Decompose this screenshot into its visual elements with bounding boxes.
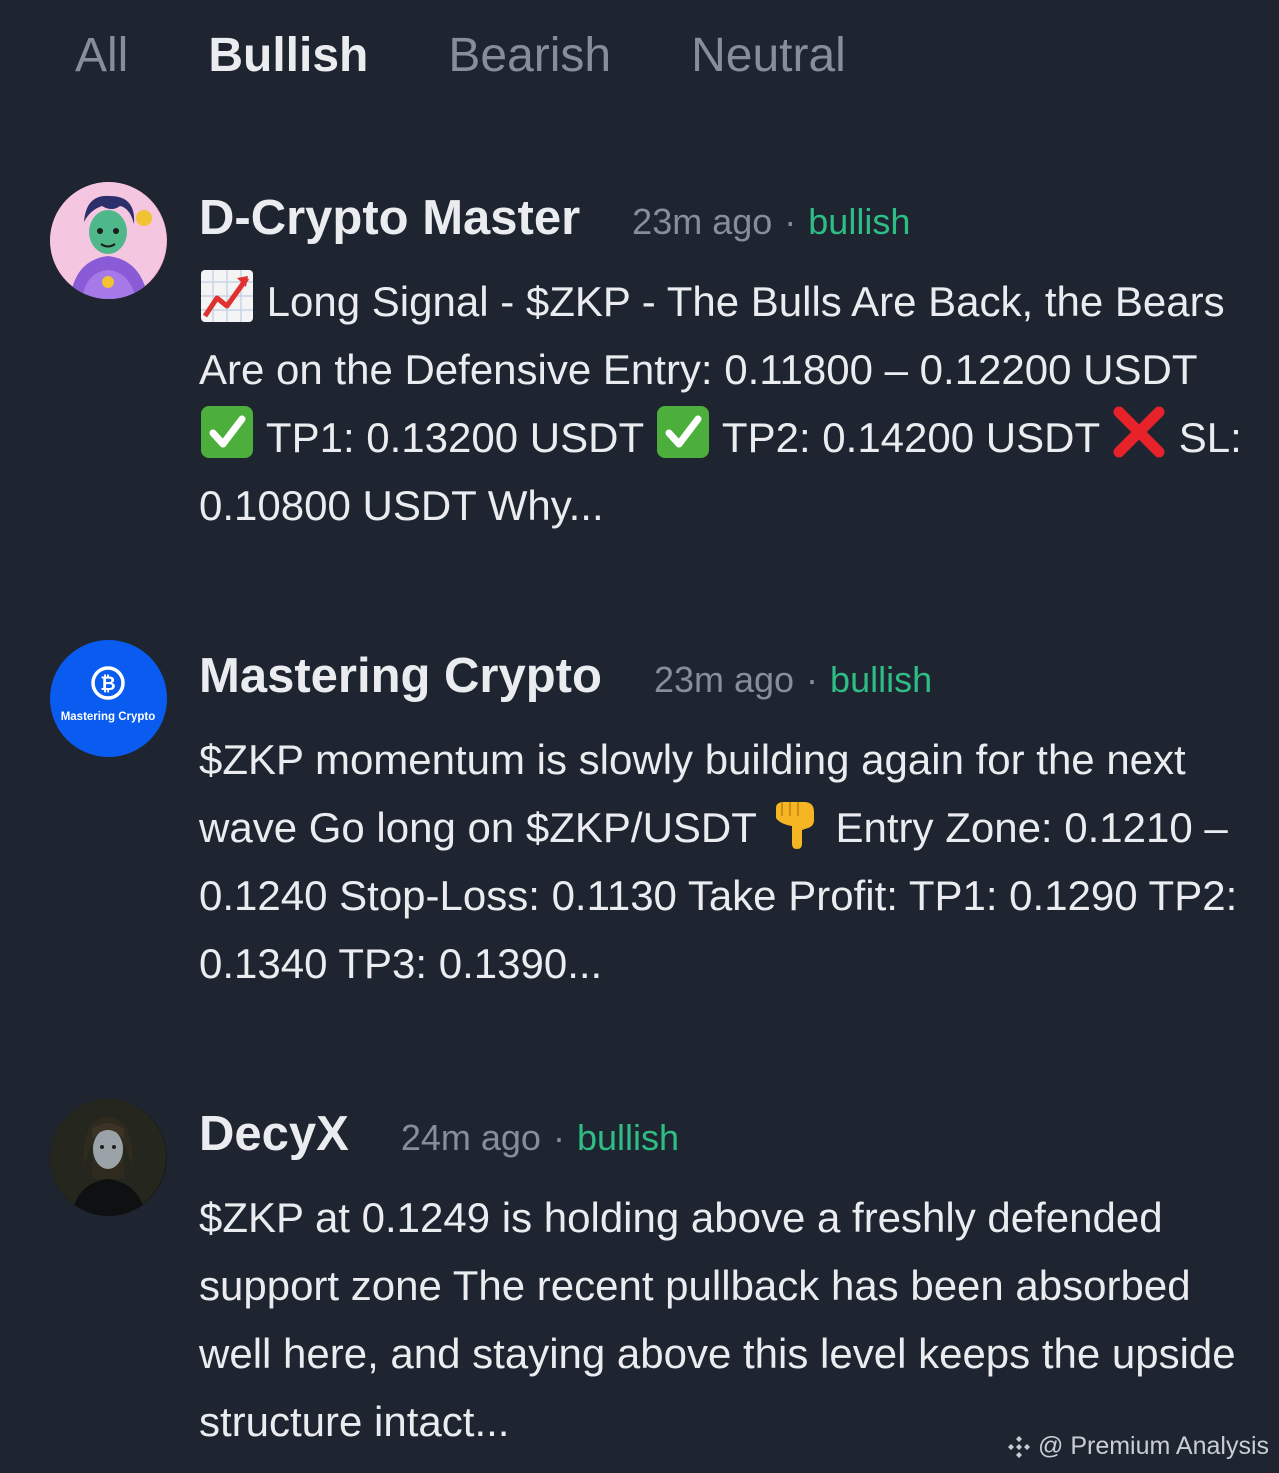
post-content[interactable]: Long Signal - $ZKP - The Bulls Are Back,… [199, 268, 1249, 540]
tab-bullish[interactable]: Bullish [208, 24, 368, 88]
sentiment-badge: bullish [808, 201, 911, 242]
post-text-segment: TP2: 0.14200 USDT [711, 414, 1112, 461]
post-header: Mastering Crypto 23m ago · bullish [199, 648, 932, 704]
tab-all[interactable]: All [75, 24, 128, 88]
meta-separator: · [806, 659, 819, 700]
post-text-segment: TP1: 0.13200 USDT [255, 414, 656, 461]
avatar[interactable] [50, 1099, 167, 1216]
post-time: 24m ago [400, 1117, 541, 1158]
post-time: 23m ago [653, 659, 795, 700]
post-text-segment: $ZKP at 0.1249 is holding above a freshl… [199, 1194, 1236, 1445]
author-name[interactable]: Mastering Crypto [199, 648, 602, 704]
meta-separator: · [784, 201, 797, 242]
tab-bearish[interactable]: Bearish [448, 24, 611, 88]
post-header: D-Crypto Master 23m ago · bullish [199, 190, 910, 246]
post-time: 23m ago [632, 201, 773, 242]
author-name[interactable]: D-Crypto Master [199, 190, 580, 246]
sentiment-badge: bullish [830, 659, 933, 700]
diamond-logo-icon [1008, 1435, 1030, 1458]
watermark-text: @ Premium Analysis [1038, 1432, 1269, 1460]
watermark: @ Premium Analysis [1006, 1432, 1269, 1461]
bitcoin-symbol: ₿ [100, 674, 115, 695]
pointing-down-hand-icon [768, 794, 824, 850]
post-content[interactable]: $ZKP at 0.1249 is holding above a freshl… [199, 1184, 1249, 1456]
sentiment-badge: bullish [576, 1117, 679, 1158]
meta-separator: · [552, 1117, 565, 1158]
check-mark-icon [199, 404, 255, 460]
avatar-label: Mastering Crypto [61, 711, 156, 723]
sentiment-tabs: All Bullish Bearish Neutral [75, 24, 926, 88]
check-mark-icon [655, 404, 711, 460]
post-content[interactable]: $ZKP momentum is slowly building again f… [199, 726, 1249, 998]
avatar[interactable]: ₿ Mastering Crypto [50, 640, 167, 757]
author-name[interactable]: DecyX [199, 1106, 349, 1162]
post-text-segment: Long Signal - $ZKP - The Bulls Are Back,… [199, 278, 1225, 393]
tab-neutral[interactable]: Neutral [691, 24, 846, 88]
chart-increasing-icon [199, 268, 255, 324]
avatar[interactable] [50, 182, 167, 299]
post-header: DecyX 24m ago · bullish [199, 1106, 679, 1162]
cross-mark-icon [1111, 404, 1167, 460]
